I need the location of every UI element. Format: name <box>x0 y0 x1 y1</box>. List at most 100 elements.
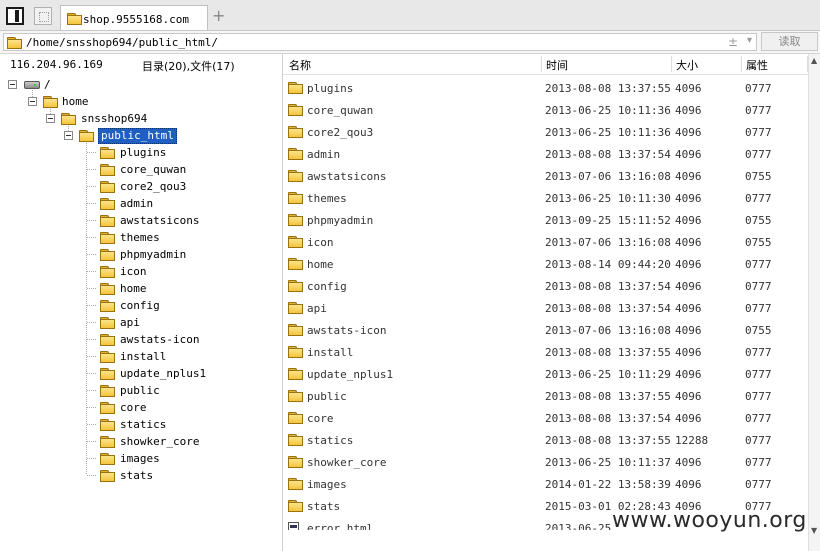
tree-node[interactable]: api <box>0 314 282 331</box>
tree-node[interactable]: themes <box>0 229 282 246</box>
sort-icon[interactable]: ± <box>728 35 738 49</box>
html-file-icon <box>288 522 299 530</box>
file-time: 2013-08-08 13:37:55 <box>545 434 671 447</box>
file-time: 2013-06-25 10:11:36 <box>545 126 671 139</box>
list-item[interactable]: plugins 2013-08-08 13:37:55 4096 0777 <box>283 77 808 99</box>
scroll-down-icon[interactable]: ▼ <box>811 526 817 535</box>
column-separator[interactable] <box>671 56 672 72</box>
file-size: 4096 <box>675 148 702 161</box>
collapse-icon[interactable] <box>28 97 37 106</box>
folder-icon <box>100 317 115 329</box>
collapse-icon[interactable] <box>64 131 73 140</box>
list-item[interactable]: statics 2013-08-08 13:37:55 12288 0777 <box>283 429 808 451</box>
tree-label: public <box>120 384 160 397</box>
tab-bar: shop.9555168.com + <box>0 0 820 31</box>
tree-node[interactable]: icon <box>0 263 282 280</box>
folder-icon <box>288 148 303 160</box>
tree-node[interactable]: showker_core <box>0 433 282 450</box>
folder-icon <box>100 385 115 397</box>
file-time: 2013-08-08 13:37:54 <box>545 412 671 425</box>
tree-label: api <box>120 316 140 329</box>
folder-open-icon <box>79 130 94 142</box>
tree-node[interactable]: update_nplus1 <box>0 365 282 382</box>
file-name: plugins <box>307 82 354 95</box>
list-item[interactable]: api 2013-08-08 13:37:54 4096 0777 <box>283 297 808 319</box>
list-item[interactable]: icon 2013-07-06 13:16:08 4096 0755 <box>283 231 808 253</box>
file-perm: 0777 <box>745 192 772 205</box>
list-item[interactable]: update_nplus1 2013-06-25 10:11:29 4096 0777 <box>283 363 808 385</box>
scroll-up-icon[interactable]: ▲ <box>811 56 817 65</box>
list-item[interactable]: images 2014-01-22 13:58:39 4096 0777 <box>283 473 808 495</box>
tree-node[interactable]: public <box>0 382 282 399</box>
column-separator[interactable] <box>741 56 742 72</box>
list-item[interactable]: themes 2013-06-25 10:11:30 4096 0777 <box>283 187 808 209</box>
tree-node[interactable]: home <box>0 280 282 297</box>
tree-node[interactable]: config <box>0 297 282 314</box>
tree-node-user[interactable]: snsshop694 <box>0 110 282 127</box>
tree-node-root[interactable]: / <box>0 76 282 93</box>
tree-node[interactable]: install <box>0 348 282 365</box>
scrollbar[interactable]: ▲ ▼ <box>808 54 820 551</box>
add-tab-button[interactable]: + <box>212 6 225 25</box>
column-name[interactable]: 名称 <box>289 57 311 73</box>
tree-node[interactable]: awstats-icon <box>0 331 282 348</box>
collapse-icon[interactable] <box>8 80 17 89</box>
folder-icon <box>100 368 115 380</box>
panel-toggle-icon[interactable] <box>6 7 24 25</box>
list-item[interactable]: core_quwan 2013-06-25 10:11:36 4096 0777 <box>283 99 808 121</box>
tree-label: icon <box>120 265 147 278</box>
list-item[interactable]: install 2013-08-08 13:37:55 4096 0777 <box>283 341 808 363</box>
file-size: 4096 <box>675 258 702 271</box>
list-item[interactable]: awstatsicons 2013-07-06 13:16:08 4096 0755 <box>283 165 808 187</box>
tree-node[interactable]: statics <box>0 416 282 433</box>
tree-label: core2_qou3 <box>120 180 187 193</box>
list-item[interactable]: showker_core 2013-06-25 10:11:37 4096 0777 <box>283 451 808 473</box>
file-time: 2013-07-06 13:16:08 <box>545 170 671 183</box>
tree-node[interactable]: stats <box>0 467 282 484</box>
file-name: core_quwan <box>307 104 374 117</box>
file-time: 2013-06-25 <box>545 522 612 530</box>
tree-node[interactable]: core2_qou3 <box>0 178 282 195</box>
tree-node[interactable]: phpmyadmin <box>0 246 282 263</box>
folder-icon <box>100 402 115 414</box>
list-item[interactable]: core 2013-08-08 13:37:54 4096 0777 <box>283 407 808 429</box>
tree-node[interactable]: plugins <box>0 144 282 161</box>
tab-active[interactable]: shop.9555168.com <box>60 5 208 30</box>
file-size: 4096 <box>675 390 702 403</box>
read-button[interactable]: 读取 <box>761 32 818 51</box>
tree-label: themes <box>120 231 160 244</box>
list-item[interactable]: home 2013-08-14 09:44:20 4096 0777 <box>283 253 808 275</box>
file-perm: 0777 <box>745 478 772 491</box>
folder-icon <box>288 280 303 292</box>
tree-node[interactable]: core_quwan <box>0 161 282 178</box>
column-size[interactable]: 大小 <box>676 57 698 73</box>
collapse-icon[interactable] <box>46 114 55 123</box>
column-perm[interactable]: 属性 <box>746 57 768 73</box>
tree-node-selected[interactable]: public_html <box>0 127 282 144</box>
list-item[interactable]: config 2013-08-08 13:37:54 4096 0777 <box>283 275 808 297</box>
column-time[interactable]: 时间 <box>546 57 568 73</box>
tree-node-home[interactable]: home <box>0 93 282 110</box>
watermark: www.wooyun.org <box>612 508 807 533</box>
list-item[interactable]: public 2013-08-08 13:37:55 4096 0777 <box>283 385 808 407</box>
tree-node[interactable]: awstatsicons <box>0 212 282 229</box>
path-input[interactable]: /home/snsshop694/public_html/ ± ▾ <box>3 33 757 51</box>
tree-node[interactable]: admin <box>0 195 282 212</box>
list-item[interactable]: admin 2013-08-08 13:37:54 4096 0777 <box>283 143 808 165</box>
column-separator[interactable] <box>541 56 542 72</box>
file-perm: 0777 <box>745 104 772 117</box>
folder-icon <box>288 82 303 94</box>
chevron-down-icon[interactable]: ▾ <box>747 35 752 46</box>
list-item[interactable]: awstats-icon 2013-07-06 13:16:08 4096 0755 <box>283 319 808 341</box>
list-item[interactable]: core2_qou3 2013-06-25 10:11:36 4096 0777 <box>283 121 808 143</box>
file-time: 2013-08-08 13:37:54 <box>545 148 671 161</box>
list-item[interactable]: phpmyadmin 2013-09-25 15:11:52 4096 0755 <box>283 209 808 231</box>
folder-icon <box>100 249 115 261</box>
file-perm: 0755 <box>745 214 772 227</box>
tree-node[interactable]: images <box>0 450 282 467</box>
folder-icon <box>288 170 303 182</box>
new-window-icon[interactable] <box>34 7 52 25</box>
file-perm: 0777 <box>745 390 772 403</box>
folder-icon <box>100 300 115 312</box>
tree-node[interactable]: core <box>0 399 282 416</box>
